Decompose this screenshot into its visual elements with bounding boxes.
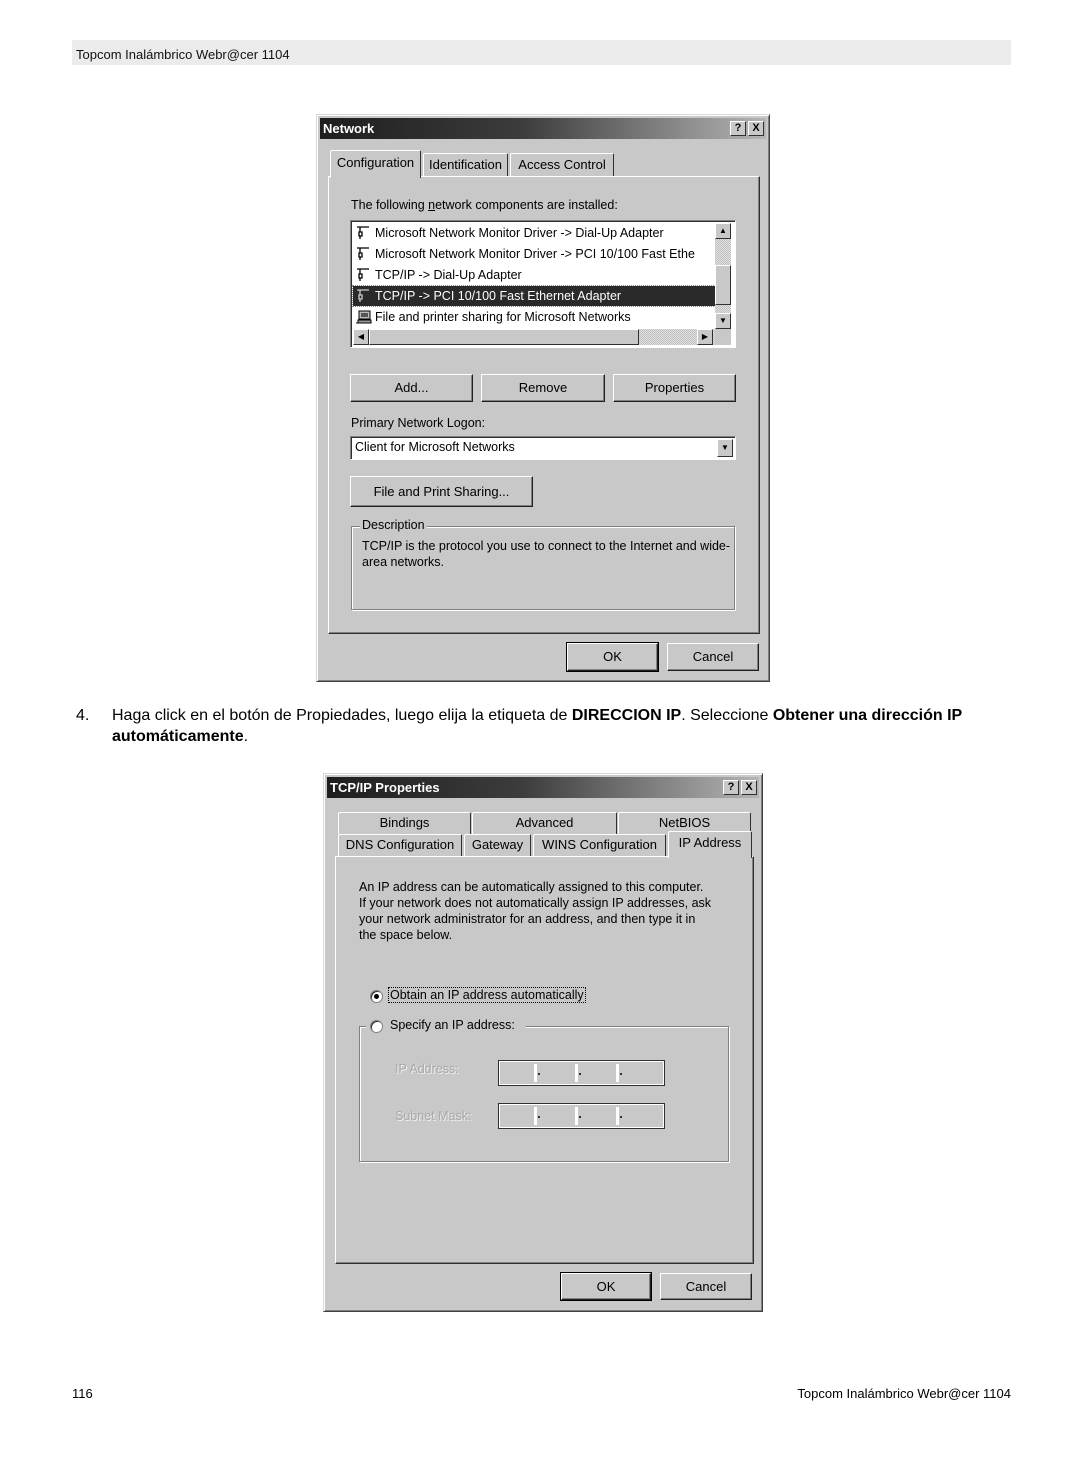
tab-ip-address[interactable]: IP Address [668,831,752,858]
scroll-corner [715,329,731,345]
chevron-down-icon[interactable]: ▼ [717,439,733,457]
dialog-title: TCP/IP Properties [330,780,440,795]
step-instruction: 4. Haga click en el botón de Propiedades… [76,707,962,745]
network-dialog-titlebar: Network ? X [320,118,766,139]
scroll-thumb[interactable] [715,265,731,305]
network-adapter-icon [357,226,369,239]
scroll-right-button[interactable]: ▶ [697,329,713,345]
scroll-h-thumb[interactable] [369,329,639,345]
close-icon[interactable]: X [741,780,757,795]
horizontal-scrollbar[interactable]: ◀ ▶ [353,329,715,345]
tab-dns-configuration[interactable]: DNS Configuration [338,834,462,856]
step-bold-ip: DIRECCION IP [571,707,682,724]
specify-ip-group [359,1026,729,1162]
cancel-button[interactable]: Cancel [667,643,759,671]
primary-logon-label: Primary Network Logon: [351,416,486,430]
scroll-down-button[interactable]: ▼ [715,313,731,329]
radio-checked-dot [374,994,379,999]
add-button[interactable]: Add... [350,374,473,402]
network-adapter-icon [357,268,369,281]
obtain-ip-label[interactable]: Obtain an IP address automatically [388,987,586,1003]
tab-wins-configuration[interactable]: WINS Configuration [533,834,666,856]
help-icon[interactable]: ? [723,780,739,795]
description-label: Description [360,518,427,532]
scroll-up-button[interactable]: ▲ [715,223,731,239]
radio-specify-ip[interactable] [370,1020,383,1033]
scroll-left-button[interactable]: ◀ [353,329,369,345]
ip-separator [538,1116,540,1118]
primary-logon-value: Client for Microsoft Networks [355,440,515,454]
mask-octet-4[interactable] [624,1107,658,1125]
tab-label: Configuration [336,155,415,170]
step-number: 4. [76,707,90,724]
ip-separator [579,1116,581,1118]
ip-separator [579,1073,581,1075]
tcpip-properties-dialog: TCP/IP Properties ? X Bindings Advanced … [323,773,763,1312]
remove-button[interactable]: Remove [481,374,605,402]
vertical-scrollbar[interactable]: ▲ ▼ [715,223,731,329]
list-item[interactable]: File and printer sharing for Microsoft N… [353,307,715,327]
mask-octet-2[interactable] [542,1107,578,1125]
dialog-title: Network [323,121,375,136]
ip-octet-2[interactable] [542,1064,578,1082]
mask-octet-3[interactable] [583,1107,619,1125]
ip-info-text: An IP address can be automatically assig… [359,880,712,942]
subnet-mask-label: Subnet Mask: [395,1109,472,1123]
radio-obtain-ip[interactable] [370,990,383,1003]
components-list[interactable]: Microsoft Network Monitor Driver -> Dial… [350,220,736,348]
ip-address-label: IP Address: [395,1062,459,1076]
tab-configuration[interactable]: Configuration [330,150,421,178]
tab-access-control[interactable]: Access Control [510,153,614,176]
ip-separator [620,1116,622,1118]
list-item-selected[interactable]: TCP/IP -> PCI 10/100 Fast Ethernet Adapt… [352,285,716,307]
list-item[interactable]: Microsoft Network Monitor Driver -> PCI … [353,244,715,264]
tab-advanced[interactable]: Advanced [472,812,617,834]
network-adapter-icon [357,289,369,302]
ip-octet-3[interactable] [583,1064,619,1082]
properties-button[interactable]: Properties [613,374,736,402]
tab-label: Identification [429,157,502,172]
cancel-button[interactable]: Cancel [660,1273,752,1300]
ip-separator [538,1073,540,1075]
page-header-title: Topcom Inalámbrico Webr@cer 1104 [76,47,290,62]
tab-bindings[interactable]: Bindings [338,812,471,834]
mask-octet-1[interactable] [501,1107,537,1125]
computer-share-icon [356,310,372,324]
subnet-mask-field[interactable] [498,1103,665,1129]
tab-identification[interactable]: Identification [423,153,508,176]
tab-gateway[interactable]: Gateway [464,834,531,856]
page-footer-title: Topcom Inalámbrico Webr@cer 1104 [797,1386,1011,1401]
help-icon[interactable]: ? [730,121,746,136]
components-label: The following network components are ins… [351,198,618,212]
description-text: TCP/IP is the protocol you use to connec… [362,539,731,569]
close-icon[interactable]: X [748,121,764,136]
tab-label: Access Control [518,157,606,172]
tcpip-dialog-titlebar: TCP/IP Properties ? X [327,777,759,798]
network-dialog: Network ? X Configuration Identification… [316,114,770,682]
network-adapter-icon [357,247,369,260]
ip-octet-1[interactable] [501,1064,537,1082]
list-item[interactable]: Microsoft Network Monitor Driver -> Dial… [353,223,715,243]
ok-button[interactable]: OK [566,642,659,672]
ip-address-field[interactable] [498,1060,665,1086]
ip-octet-4[interactable] [624,1064,658,1082]
ip-separator [620,1073,622,1075]
ok-button[interactable]: OK [560,1272,652,1301]
list-item[interactable]: TCP/IP -> Dial-Up Adapter [353,265,715,285]
primary-logon-select[interactable]: Client for Microsoft Networks ▼ [350,436,736,460]
page-number: 116 [72,1386,93,1401]
file-print-sharing-button[interactable]: File and Print Sharing... [350,476,533,507]
specify-ip-label[interactable]: Specify an IP address: [390,1018,515,1032]
